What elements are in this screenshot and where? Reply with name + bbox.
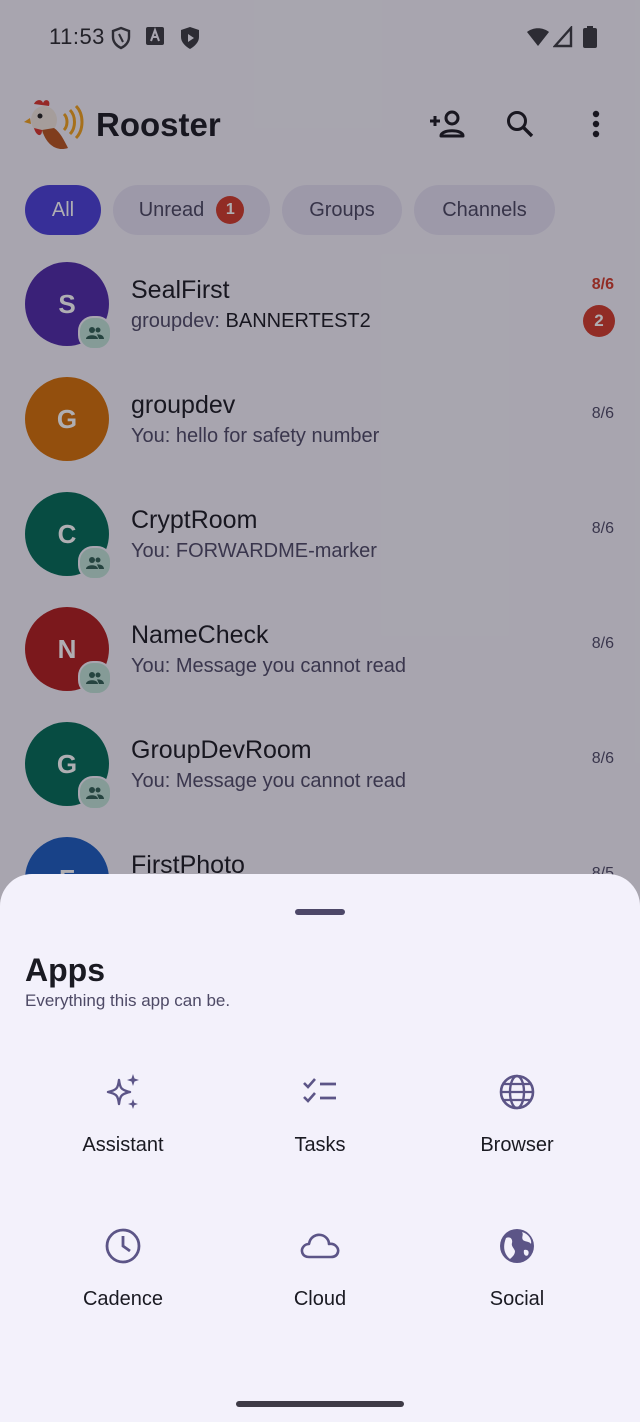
app-label: Tasks: [294, 1134, 346, 1156]
app-tile-assistant[interactable]: Assistant: [23, 1070, 223, 1180]
screen: 11:53 Rooster All Unread 1 Groups Channe…: [0, 0, 640, 1422]
drag-handle[interactable]: [295, 909, 345, 915]
earth-icon: [495, 1224, 539, 1268]
app-tile-browser[interactable]: Browser: [417, 1070, 617, 1180]
app-tile-tasks[interactable]: Tasks: [220, 1070, 420, 1180]
app-label: Browser: [480, 1134, 554, 1156]
app-label: Assistant: [82, 1134, 164, 1156]
app-label: Cadence: [82, 1288, 164, 1310]
clock-icon: [101, 1224, 145, 1268]
app-tile-cadence[interactable]: Cadence: [23, 1224, 223, 1334]
checklist-icon: [298, 1070, 342, 1114]
globe-icon: [495, 1070, 539, 1114]
app-label: Social: [489, 1288, 545, 1310]
gesture-nav-bar[interactable]: [236, 1401, 404, 1407]
sparkle-icon: [101, 1070, 145, 1114]
apps-bottom-sheet: Apps Everything this app can be. Assista…: [0, 874, 640, 1422]
sheet-subtitle: Everything this app can be.: [25, 991, 231, 1010]
cloud-icon: [298, 1224, 342, 1268]
app-tile-cloud[interactable]: Cloud: [220, 1224, 420, 1334]
app-label: Cloud: [293, 1288, 347, 1310]
sheet-title: Apps: [25, 952, 105, 988]
app-tile-social[interactable]: Social: [417, 1224, 617, 1334]
